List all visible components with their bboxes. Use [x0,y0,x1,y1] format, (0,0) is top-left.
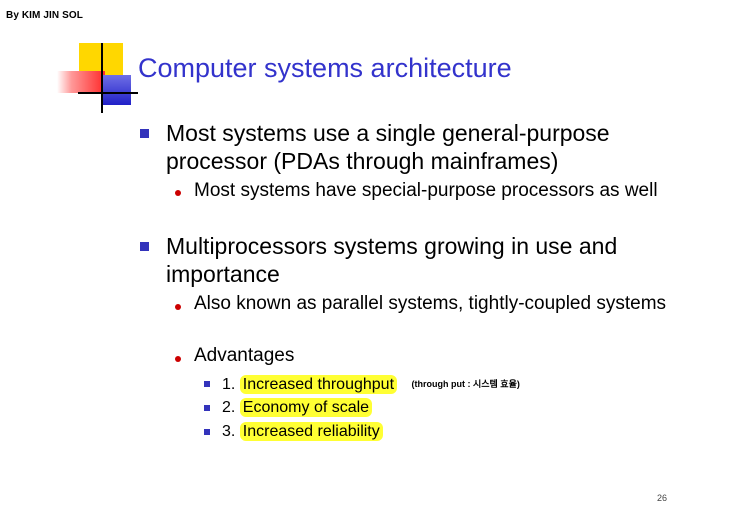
advantage-text-highlighted: Economy of scale [239,398,373,417]
small-square-bullet-icon [204,405,210,411]
advantage-number: 3. [222,423,236,440]
bullet-list: Most systems use a single general-purpos… [0,0,740,523]
dot-bullet-icon [175,304,181,310]
dot-bullet-icon [175,356,181,362]
square-bullet-icon [140,129,149,138]
bullet-level2: Most systems have special-purpose proces… [194,180,658,201]
bullet-level2: Advantages [194,345,295,366]
advantage-item: 1. Increased throughput (through put : 시… [222,372,520,397]
advantage-item: 2. Economy of scale [222,396,373,420]
advantage-number: 1. [222,376,236,393]
dot-bullet-icon [175,190,181,196]
advantage-text-highlighted: Increased reliability [239,422,383,441]
advantage-number: 2. [222,399,236,416]
advantage-text-highlighted: Increased throughput [239,375,398,394]
square-bullet-icon [140,242,149,251]
page-number: 26 [657,493,668,503]
small-square-bullet-icon [204,429,210,435]
small-square-bullet-icon [204,381,210,387]
bullet-level1: Most systems use a single general-purpos… [166,120,610,174]
bullet-level2: Also known as parallel systems, tightly-… [194,293,667,314]
advantage-note: (through put : 시스템 효율) [411,379,520,389]
bullet-level1: Multiprocessors systems growing in use a… [166,233,618,287]
advantage-item: 3. Increased reliability [222,420,383,444]
